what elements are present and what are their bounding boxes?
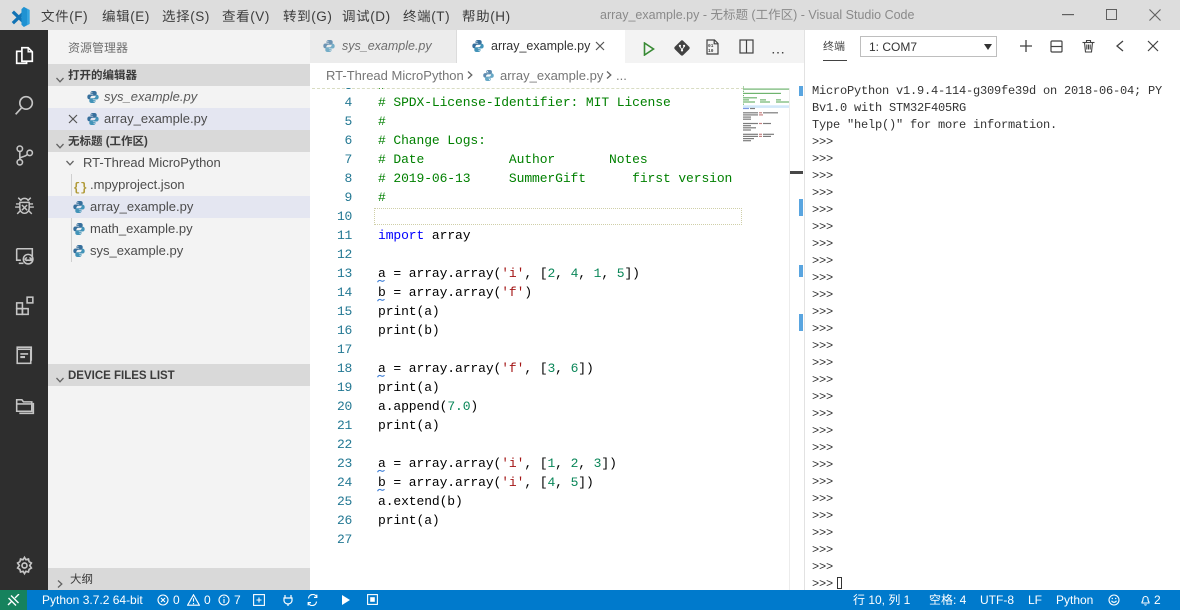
svg-text:10: 10 [708, 48, 714, 54]
